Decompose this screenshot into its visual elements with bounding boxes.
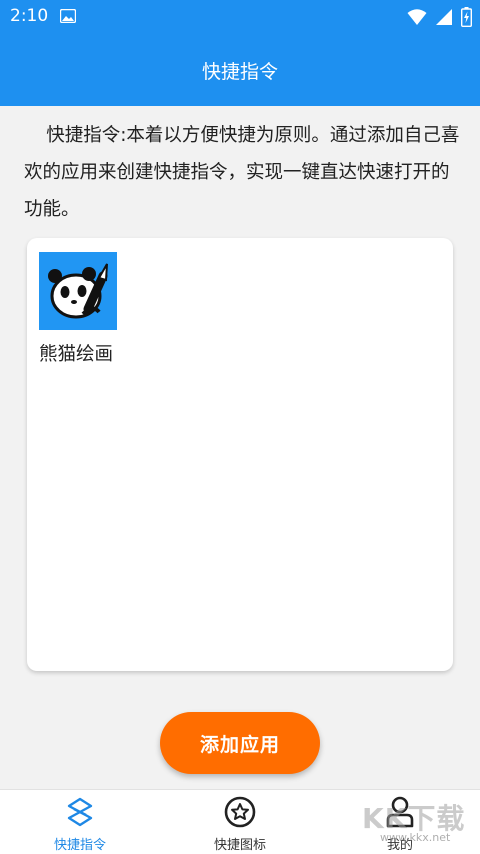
apps-card: 熊猫绘画 <box>27 238 453 671</box>
watermark: KK下载 www.kkx.net <box>362 797 474 847</box>
nav-item-shortcuts[interactable]: 快捷指令 <box>0 790 160 854</box>
watermark-url: www.kkx.net <box>380 831 451 844</box>
add-app-button[interactable]: 添加应用 <box>160 712 320 774</box>
intro-text: 快捷指令:本着以方便快捷为原则。通过添加自己喜欢的应用来创建快捷指令，实现一键直… <box>24 125 460 220</box>
status-bar: 2:10 <box>0 0 480 34</box>
signal-icon <box>436 9 452 25</box>
app-bar: 快捷指令 <box>0 34 480 106</box>
shortcut-icon <box>67 797 93 827</box>
nav-label-shortcut-icons: 快捷图标 <box>213 838 266 853</box>
app-item-panda-painting[interactable]: 熊猫绘画 <box>39 252 139 366</box>
page-title: 快捷指令 <box>201 60 278 83</box>
status-icons <box>407 7 472 27</box>
nav-item-shortcut-icons[interactable]: 快捷图标 <box>160 790 320 854</box>
panda-painting-icon <box>39 252 117 330</box>
nav-label-shortcuts: 快捷指令 <box>53 838 106 853</box>
wifi-icon <box>407 9 427 25</box>
app-name: 熊猫绘画 <box>39 344 114 365</box>
star-badge-icon <box>224 796 256 828</box>
gallery-notification-icon <box>60 9 76 23</box>
status-time: 2:10 <box>10 6 49 26</box>
battery-icon <box>461 7 472 27</box>
